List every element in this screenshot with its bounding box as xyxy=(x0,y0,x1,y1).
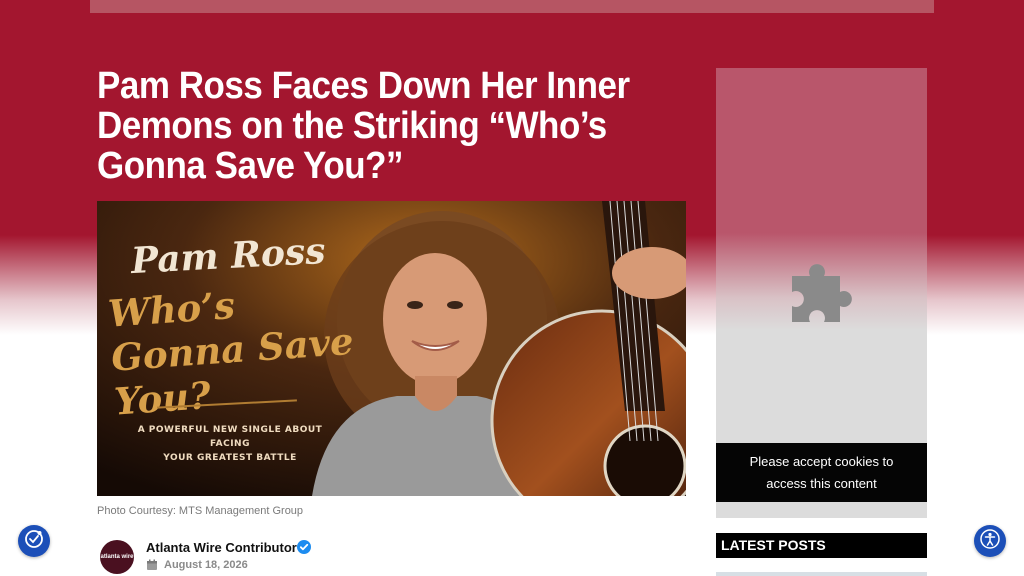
hero-tagline-line1: A POWERFUL NEW SINGLE ABOUT FACING xyxy=(137,425,323,449)
consent-icon xyxy=(23,528,45,555)
latest-posts-heading: LATEST POSTS xyxy=(716,533,927,558)
top-bar xyxy=(90,0,934,13)
article-headline: Pam Ross Faces Down Her Inner Demons on … xyxy=(97,65,630,187)
cookie-consent-notice[interactable]: Please accept cookies to access this con… xyxy=(716,443,927,502)
photo-caption: Photo Courtesy: MTS Management Group xyxy=(97,505,304,517)
hero-tagline: A POWERFUL NEW SINGLE ABOUT FACING YOUR … xyxy=(125,423,335,465)
hero-song-title: Who’s Gonna Save You? xyxy=(106,283,355,424)
author-avatar[interactable]: atlanta wire xyxy=(100,540,134,574)
cookie-notice-text: Please accept cookies to access this con… xyxy=(749,453,894,491)
accessibility-icon xyxy=(979,528,1001,555)
author-name-link[interactable]: Atlanta Wire Contributor xyxy=(146,540,297,555)
hero-image: Pam Ross Who’s Gonna Save You? A POWERFU… xyxy=(97,201,686,496)
hero-tagline-line2: YOUR GREATEST BATTLE xyxy=(163,453,297,463)
hero-text-overlay: Pam Ross Who’s Gonna Save You? A POWERFU… xyxy=(97,201,357,496)
hero-artist-name: Pam Ross xyxy=(130,229,327,283)
calendar-icon xyxy=(146,558,158,576)
puzzle-icon xyxy=(790,262,852,329)
latest-posts-preview xyxy=(716,572,927,576)
cookie-consent-button[interactable] xyxy=(18,525,50,557)
verified-icon xyxy=(297,540,311,559)
author-avatar-text: atlanta wire xyxy=(100,554,134,560)
post-date: August 18, 2026 xyxy=(164,559,248,571)
accessibility-button[interactable] xyxy=(974,525,1006,557)
